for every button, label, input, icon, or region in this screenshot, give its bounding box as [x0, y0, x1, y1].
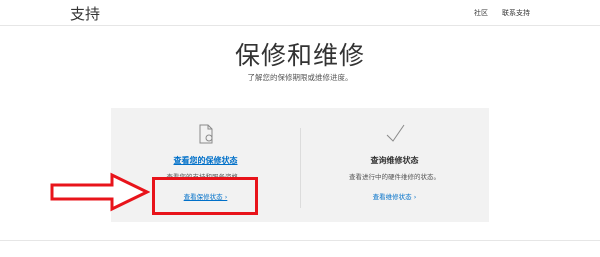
checkmark-icon [386, 124, 404, 142]
page-subtitle: 了解您的保修期限或维修进度。 [247, 73, 353, 82]
red-highlight-box [152, 177, 258, 215]
repair-card-title: 查询维修状态 [370, 156, 419, 165]
page-title: 保修和维修 [234, 41, 365, 70]
red-arrow-annotation [50, 172, 150, 212]
top-navigation-bar: 支持 社区 联系支持 [0, 0, 600, 26]
check-repair-link[interactable]: 查看维修状态 › [300, 191, 489, 201]
nav-link-contact-support[interactable]: 联系支持 [502, 8, 530, 18]
document-icon [199, 124, 212, 144]
header-nav: 社区 联系支持 [474, 8, 530, 18]
brand-title[interactable]: 支持 [70, 3, 100, 24]
warranty-card-title[interactable]: 查看您的保修状态 [111, 155, 300, 166]
nav-link-community[interactable]: 社区 [474, 8, 488, 18]
repair-card-description: 查看进行中的硬件维修的状态。 [349, 173, 440, 181]
bottom-divider [0, 240, 600, 241]
repair-card: 查询维修状态 查看进行中的硬件维修的状态。 查看维修状态 › [300, 108, 489, 222]
